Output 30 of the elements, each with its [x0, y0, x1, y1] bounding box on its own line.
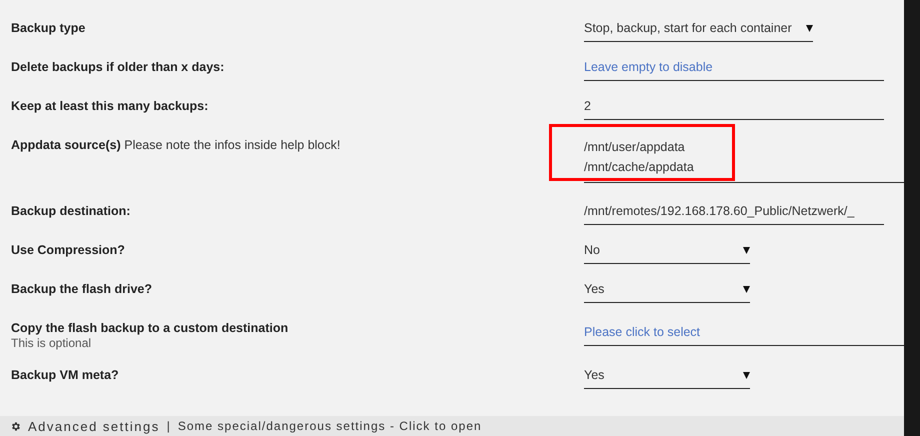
dropdown-caret-icon: [743, 286, 750, 292]
section-title: Advanced settings: [28, 418, 160, 434]
setting-label: Copy the flash backup to a custom destination: [11, 320, 290, 336]
setting-label: Backup the flash drive?: [11, 281, 154, 297]
select-field[interactable]: Yes: [584, 367, 750, 389]
setting-label: Backup VM meta?: [11, 367, 120, 383]
section-separator: |: [166, 419, 171, 433]
settings-icon: [10, 420, 21, 432]
dropdown-caret-icon: [743, 372, 750, 378]
dropdown-caret-icon: [743, 246, 750, 254]
setting-label: Keep at least this many backups:: [11, 98, 210, 114]
setting-label: Use Compression?: [11, 242, 126, 258]
input-field[interactable]: Leave empty to disable: [584, 59, 884, 81]
setting-label: Delete backups if older than x days:: [11, 59, 226, 75]
path-list-field[interactable]: /mnt/user/appdata /mnt/cache/appdata: [584, 137, 904, 183]
setting-label: Backup destination:: [11, 203, 132, 219]
input-field[interactable]: 2: [584, 98, 884, 120]
path-line: /mnt/user/appdata: [584, 139, 686, 156]
input-field[interactable]: /mnt/remotes/192.168.178.60_Public/Netzwerk/_: [584, 203, 884, 225]
advanced-settings-bar[interactable]: Advanced settings | Some special/dangerous settings - Click to open: [0, 416, 904, 436]
section-hint: Some special/dangerous settings - Click to open: [178, 419, 482, 433]
select-field[interactable]: Yes: [584, 281, 750, 303]
path-line: /mnt/cache/appdata: [584, 159, 694, 176]
select-field[interactable]: No: [584, 242, 750, 264]
setting-label: Backup type: [11, 20, 86, 36]
select-field[interactable]: Stop, backup, start for each container: [584, 20, 813, 42]
setting-label: Appdata source(s) Please note the infos inside help block!: [11, 137, 342, 153]
path-picker-field[interactable]: Please click to select: [584, 324, 904, 346]
setting-sublabel: This is optional: [11, 336, 92, 350]
dropdown-caret-icon: [806, 24, 813, 32]
